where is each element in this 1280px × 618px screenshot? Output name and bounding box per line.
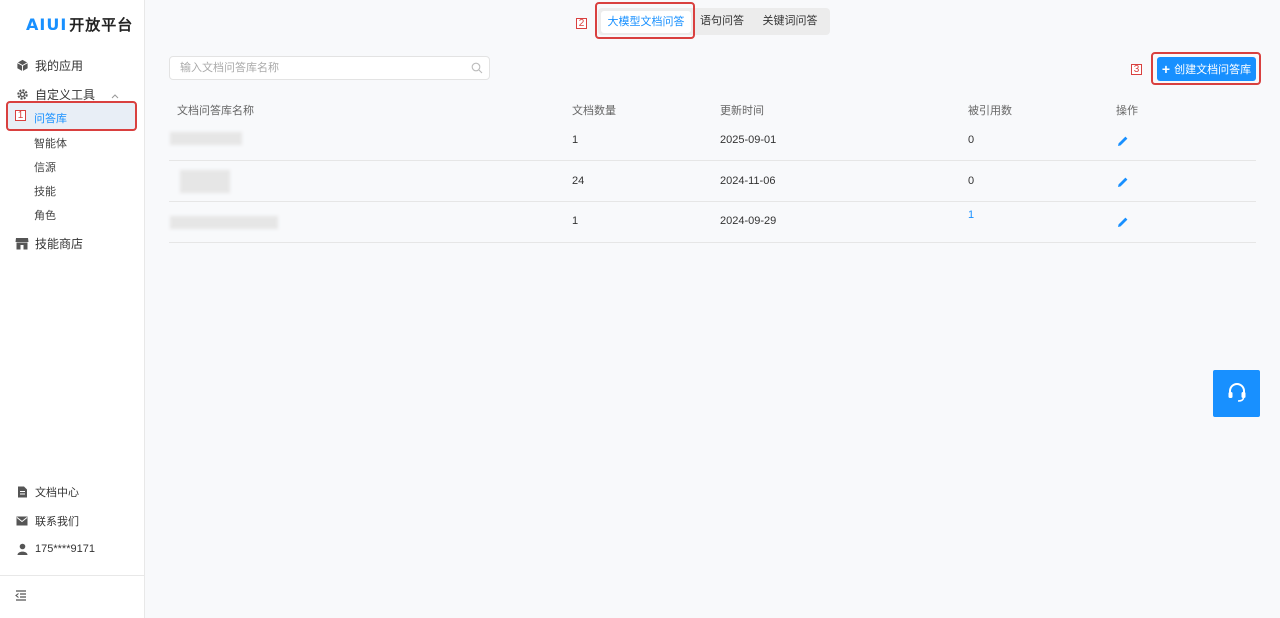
logo-mark: AIUI xyxy=(26,15,68,34)
cell-refs-link[interactable]: 1 xyxy=(968,209,974,221)
sidebar: AIUI 开放平台 我的应用 自定义工具 问答库 智能体 信源 技能 角色 1 … xyxy=(0,0,145,618)
customer-support-button[interactable] xyxy=(1213,370,1260,417)
tab-keyword-qa[interactable]: 关键词问答 xyxy=(755,8,825,35)
sidebar-footer xyxy=(0,575,145,601)
user-icon xyxy=(15,542,29,556)
header-updated: 更新时间 xyxy=(720,105,764,117)
cube-icon xyxy=(15,59,29,73)
gear-icon xyxy=(15,88,29,102)
cell-updated: 2025-09-01 xyxy=(720,134,777,146)
edit-icon[interactable] xyxy=(1117,176,1129,191)
cell-refs: 0 xyxy=(968,134,975,146)
logo[interactable]: AIUI 开放平台 xyxy=(26,14,133,35)
sidebar-item-qa-library[interactable]: 问答库 xyxy=(34,110,67,126)
redacted-name xyxy=(170,216,278,229)
tab-bar: 大模型文档问答 语句问答 关键词问答 xyxy=(598,8,830,35)
header-refs: 被引用数 xyxy=(968,105,1012,117)
header-actions: 操作 xyxy=(1116,105,1138,117)
nav-my-apps[interactable]: 我的应用 xyxy=(15,57,83,74)
edit-icon[interactable] xyxy=(1117,135,1129,150)
tab-llm-doc-qa[interactable]: 大模型文档问答 xyxy=(601,11,691,33)
header-doc-count: 文档数量 xyxy=(572,105,616,117)
nav-user[interactable]: 175****9171 xyxy=(15,542,95,556)
nav-user-label: 175****9171 xyxy=(35,543,95,555)
sidebar-item-skill[interactable]: 技能 xyxy=(34,183,56,199)
sidebar-item-role[interactable]: 角色 xyxy=(34,207,56,223)
nav-contact-label: 联系我们 xyxy=(35,516,79,528)
plus-icon: + xyxy=(1161,61,1171,77)
nav-skill-store-label: 技能商店 xyxy=(35,237,84,251)
logo-text: 开放平台 xyxy=(69,17,134,34)
nav-custom-tools[interactable]: 自定义工具 xyxy=(15,86,119,103)
redacted-name xyxy=(180,170,230,193)
row-divider xyxy=(169,201,1256,202)
sidebar-item-agent[interactable]: 智能体 xyxy=(34,135,67,151)
cell-doc-count: 24 xyxy=(572,175,585,187)
document-icon xyxy=(15,485,29,499)
header-name: 文档问答库名称 xyxy=(177,105,254,117)
cell-updated: 2024-09-29 xyxy=(720,215,777,227)
collapse-menu-icon[interactable] xyxy=(15,590,27,604)
nav-my-apps-label: 我的应用 xyxy=(35,59,84,73)
row-divider xyxy=(169,242,1256,243)
search-box xyxy=(169,56,490,80)
nav-custom-tools-label: 自定义工具 xyxy=(35,88,96,102)
search-input[interactable] xyxy=(170,57,460,79)
sidebar-item-source[interactable]: 信源 xyxy=(34,159,56,175)
cell-doc-count: 1 xyxy=(572,215,579,227)
create-doc-qa-library-button[interactable]: + 创建文档问答库 xyxy=(1157,57,1256,81)
cell-refs: 0 xyxy=(968,175,975,187)
search-icon[interactable] xyxy=(471,62,483,77)
redacted-name xyxy=(170,132,242,145)
store-icon xyxy=(15,237,29,251)
nav-docs[interactable]: 文档中心 xyxy=(15,484,79,500)
mail-icon xyxy=(15,514,29,528)
cell-updated: 2024-11-06 xyxy=(720,175,776,187)
nav-contact[interactable]: 联系我们 xyxy=(15,513,79,529)
nav-docs-label: 文档中心 xyxy=(35,487,79,499)
headset-icon xyxy=(1225,380,1249,407)
chevron-up-icon[interactable] xyxy=(111,88,119,102)
cell-doc-count: 1 xyxy=(572,134,579,146)
nav-skill-store[interactable]: 技能商店 xyxy=(15,235,83,252)
active-item-bg xyxy=(8,103,136,129)
row-divider xyxy=(169,160,1256,161)
annotation-1: 1 xyxy=(15,110,26,121)
tab-sentence-qa[interactable]: 语句问答 xyxy=(693,8,751,35)
create-button-label: 创建文档问答库 xyxy=(1174,64,1252,76)
annotation-2: 2 xyxy=(576,18,587,29)
edit-icon[interactable] xyxy=(1117,216,1129,231)
annotation-3: 3 xyxy=(1131,64,1142,75)
